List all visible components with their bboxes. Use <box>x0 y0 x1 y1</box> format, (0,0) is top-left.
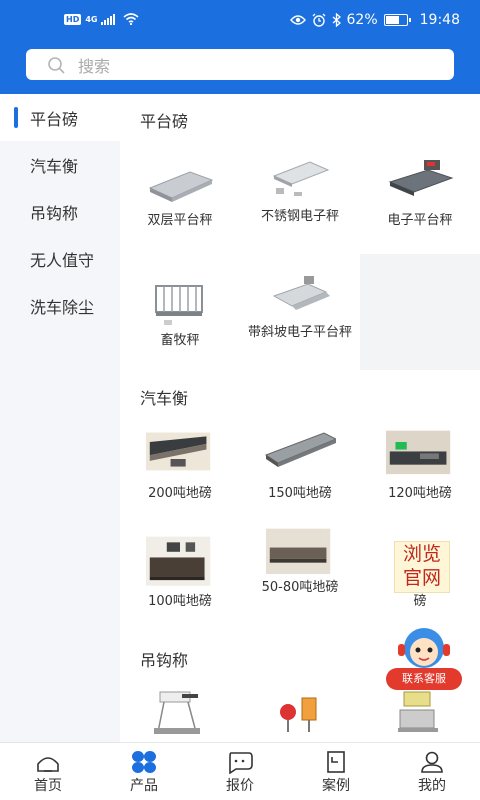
product-grid-icon <box>132 751 156 773</box>
wifi-icon <box>123 13 140 25</box>
product-label: 电子平台秤 <box>387 213 453 228</box>
product-label: 磅 <box>413 594 427 609</box>
home-icon <box>37 757 59 772</box>
product-image <box>148 171 214 202</box>
product-image <box>398 691 438 732</box>
product-label: 不锈钢电子秤 <box>260 209 339 224</box>
product-label: 畜牧秤 <box>160 333 200 348</box>
search-placeholder: 搜索 <box>78 56 111 76</box>
product-item[interactable]: 50-80吨地磅 <box>240 527 360 645</box>
product-label: 100吨地磅 <box>148 594 212 609</box>
product-item[interactable]: 不锈钢电子秤 <box>240 152 360 270</box>
nav-label: 报价 <box>226 778 254 794</box>
service-mascot-icon <box>398 628 450 668</box>
product-label: 50-80吨地磅 <box>261 580 339 595</box>
product-image <box>154 691 200 734</box>
product-item[interactable] <box>120 688 240 742</box>
sidebar-item-label: 汽车衡 <box>30 156 79 176</box>
product-item[interactable]: 电子平台秤 <box>360 152 480 270</box>
product-image <box>272 161 330 196</box>
sidebar-item-label: 无人值守 <box>30 250 95 270</box>
product-image <box>264 432 336 467</box>
product-label: 150吨地磅 <box>268 486 332 501</box>
sidebar-item-crane-scale[interactable]: 吊钩称 <box>0 188 120 235</box>
browse-official-site-badge: 浏览 官网 <box>394 541 450 593</box>
category-sidebar: 平台磅 汽车衡 吊钩称 无人值守 洗车除尘 <box>0 94 120 742</box>
clock: 19:48 <box>419 12 460 28</box>
product-item[interactable]: 双层平台秤 <box>120 152 240 270</box>
product-label: 200吨地磅 <box>148 486 212 501</box>
sidebar-item-label: 平台磅 <box>30 109 79 129</box>
customer-service-label: 联系客服 <box>386 668 462 690</box>
nav-products[interactable]: 产品 <box>96 743 192 800</box>
battery-icon <box>383 14 411 26</box>
product-image <box>266 528 331 574</box>
product-item[interactable]: 带斜坡电子平台秤 <box>240 272 360 390</box>
eye-icon <box>289 15 306 25</box>
battery-percent: 62% <box>346 12 378 28</box>
hd-badge: HD <box>64 13 82 25</box>
customer-service-button[interactable]: 联系客服 <box>386 624 462 690</box>
sidebar-item-truck-scale[interactable]: 汽车衡 <box>0 141 120 188</box>
alarm-icon <box>312 13 325 27</box>
bluetooth-icon <box>332 13 341 27</box>
bottom-navigation: 首页 产品 报价 案例 我的 <box>0 742 480 800</box>
section-title: 吊钩称 <box>140 651 189 670</box>
product-item[interactable] <box>360 688 480 742</box>
product-item[interactable]: 200吨地磅 <box>120 429 240 547</box>
nav-home[interactable]: 首页 <box>0 743 96 800</box>
nav-label: 首页 <box>34 778 62 794</box>
search-icon <box>48 56 65 74</box>
product-label: 带斜坡电子平台秤 <box>247 325 352 340</box>
user-profile-icon <box>421 751 443 773</box>
section-title: 汽车衡 <box>140 389 189 408</box>
sidebar-item-label: 吊钩称 <box>30 203 79 223</box>
sidebar-item-platform-scale[interactable]: 平台磅 <box>0 94 120 141</box>
case-document-icon <box>327 751 345 773</box>
app-header: HD 4G 62% 19:48 搜索 <box>0 0 480 94</box>
nav-label: 产品 <box>130 778 158 794</box>
product-image <box>388 160 454 196</box>
product-image <box>155 285 203 325</box>
nav-label: 我的 <box>418 778 446 794</box>
product-item[interactable]: 100吨地磅 <box>120 535 240 653</box>
product-image <box>386 430 451 475</box>
sidebar-item-unmanned[interactable]: 无人值守 <box>0 235 120 282</box>
product-item[interactable]: 120吨地磅 <box>360 429 480 547</box>
network-type: 4G <box>85 14 98 24</box>
nav-quote[interactable]: 报价 <box>192 743 288 800</box>
product-label: 120吨地磅 <box>388 486 452 501</box>
search-bar[interactable]: 搜索 <box>26 49 454 80</box>
product-image <box>146 432 211 471</box>
status-bar: HD 4G 62% 19:48 <box>0 0 480 44</box>
product-item[interactable]: 畜牧秤 <box>120 272 240 390</box>
sidebar-item-label: 洗车除尘 <box>30 297 95 317</box>
product-image <box>146 536 211 586</box>
empty-slot <box>360 254 480 370</box>
section-title: 平台磅 <box>140 112 189 131</box>
product-label: 双层平台秤 <box>147 213 213 228</box>
quote-chat-icon <box>229 752 253 774</box>
nav-label: 案例 <box>322 778 350 794</box>
nav-mine[interactable]: 我的 <box>384 743 480 800</box>
signal-icon <box>101 13 116 25</box>
sidebar-item-car-wash[interactable]: 洗车除尘 <box>0 282 120 329</box>
product-image <box>280 697 317 732</box>
product-image <box>272 276 330 310</box>
product-item[interactable] <box>240 688 360 742</box>
nav-cases[interactable]: 案例 <box>288 743 384 800</box>
